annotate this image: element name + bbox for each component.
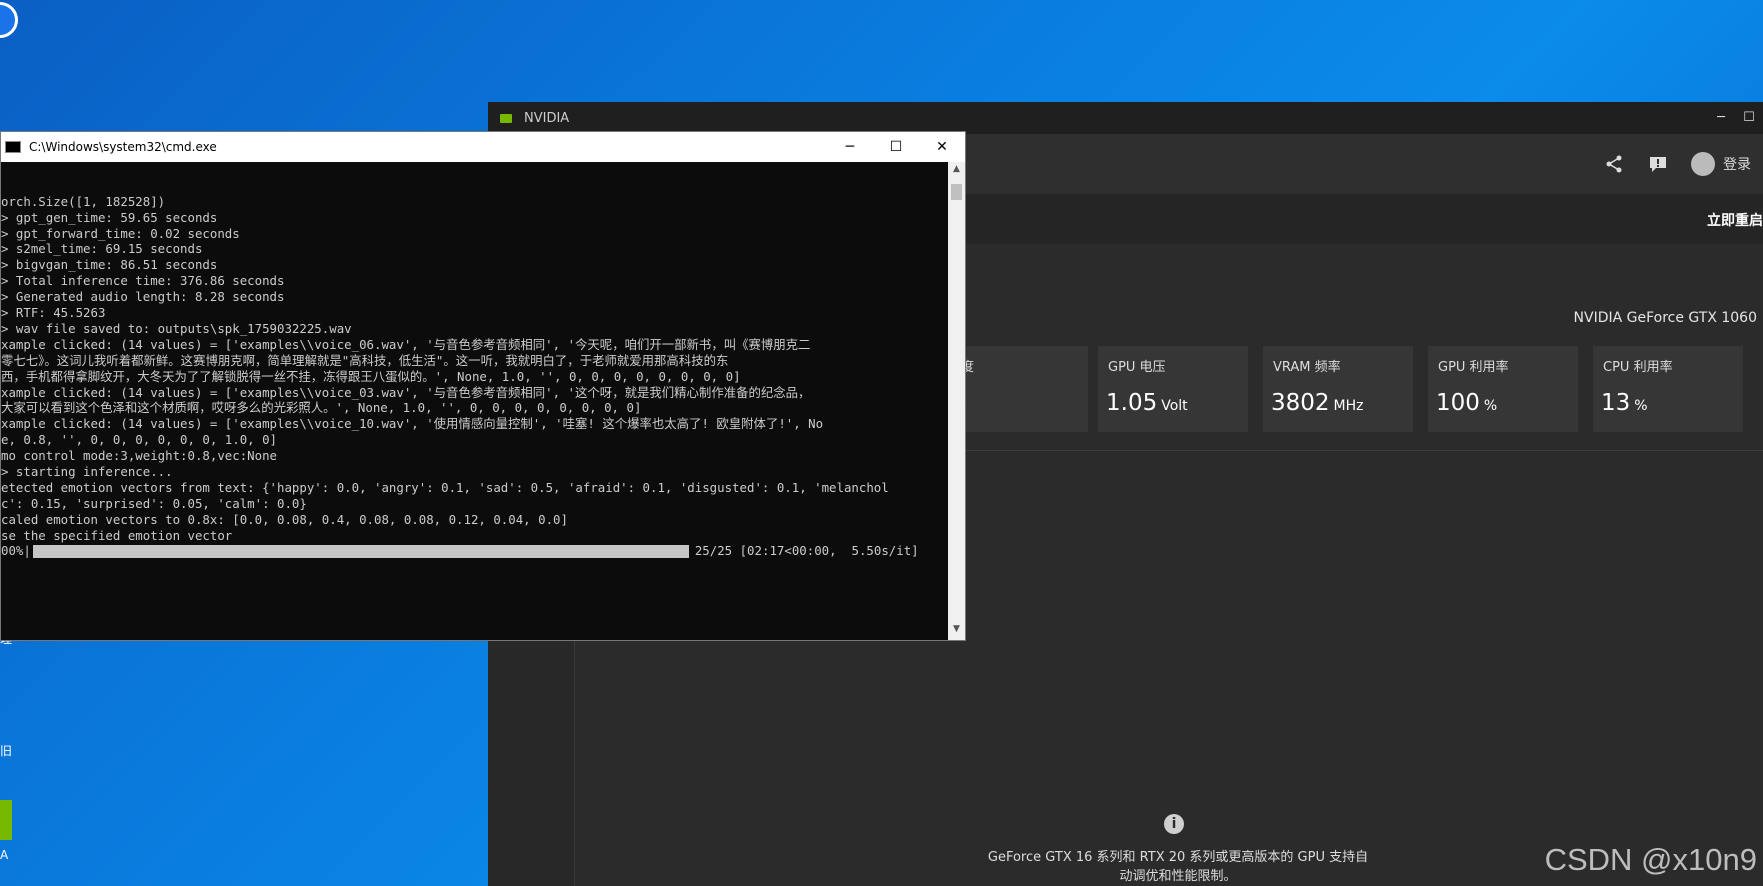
desktop-app-icon[interactable] [0, 2, 18, 38]
progress-line: 00%| 25/25 [02:17<00:00, 5.50s/it] [1, 543, 948, 559]
console-line: > gpt_gen_time: 59.65 seconds [1, 209, 218, 225]
divider [938, 450, 1763, 451]
metric-label: CPU 利用率 [1603, 360, 1673, 375]
cmd-window-title: C:\Windows\system32\cmd.exe [29, 140, 217, 154]
progress-stats: 25/25 [02:17<00:00, 5.50s/it] [694, 543, 919, 559]
nvidia-window-title: NVIDIA [524, 110, 570, 126]
close-button[interactable]: ✕ [919, 132, 965, 162]
desktop-icon-label[interactable]: A [0, 848, 18, 862]
metric-gpu-voltage: GPU 电压 1.05 Volt [1098, 346, 1248, 432]
console-line: > wav file saved to: outputs\spk_1759032… [1, 320, 352, 336]
metric-value: 100% [1436, 390, 1498, 416]
maximize-button[interactable]: ☐ [1735, 102, 1763, 134]
console-line: mo control mode:3,weight:0.8,vec:None [1, 448, 278, 464]
console-line: > s2mel_time: 69.15 seconds [1, 241, 203, 257]
avatar-icon [1691, 152, 1715, 176]
metric-gpu-usage: GPU 利用率 100% [1428, 346, 1578, 432]
console-line: > RTF: 45.5263 [1, 305, 106, 321]
minimize-button[interactable]: ─ [827, 132, 873, 162]
desktop-icon-label[interactable]: 旧 [0, 742, 18, 759]
console-line: > bigvgan_time: 86.51 seconds [1, 257, 218, 273]
console-line: orch.Size([1, 182528]) [1, 193, 166, 209]
console-line: c': 0.15, 'surprised': 0.05, 'calm': 0.0… [1, 495, 307, 511]
minimize-button[interactable]: ─ [1707, 102, 1735, 134]
nvidia-desktop-icon[interactable] [0, 800, 12, 840]
console-line: xample clicked: (14 values) = ['examples… [1, 384, 811, 400]
scroll-down-icon[interactable]: ▼ [948, 624, 965, 638]
restart-now-button[interactable]: 立即重启 [1707, 210, 1763, 230]
console-line: > starting inference... [1, 463, 173, 479]
info-message: GeForce GTX 16 系列和 RTX 20 系列或更高版本的 GPU 支… [987, 850, 1369, 884]
console-line: e, 0.8, '', 0, 0, 0, 0, 0, 0, 1.0, 0] [1, 432, 278, 448]
info-icon: i [1164, 814, 1184, 834]
console-line: xample clicked: (14 values) = ['examples… [1, 416, 824, 432]
progress-percent: 00%| [1, 543, 31, 559]
share-icon[interactable] [1603, 153, 1625, 175]
console-output[interactable]: orch.Size([1, 182528]) > gpt_gen_time: 59… [1, 162, 948, 640]
metric-value: 3802 MHz [1271, 390, 1364, 416]
console-line: caled emotion vectors to 0.8x: [0.0, 0.0… [1, 511, 568, 527]
scroll-thumb[interactable] [951, 184, 962, 200]
console-line: etected emotion vectors from text: {'hap… [1, 479, 889, 495]
console-line: xample clicked: (14 values) = ['examples… [1, 336, 811, 352]
feedback-icon[interactable] [1647, 153, 1669, 175]
nvidia-titlebar: NVIDIA ─ ☐ [488, 102, 1763, 134]
console-line: > Generated audio length: 8.28 seconds [1, 289, 285, 305]
watermark: CSDN @x10n9 [1544, 842, 1757, 877]
metric-value: 13% [1601, 390, 1648, 416]
console-line: 西，手机都得拿脚纹开，大冬天为了了解锁脱得一丝不挂，冻得跟王八蛋似的。', No… [1, 368, 741, 384]
nvidia-logo-icon [500, 113, 512, 123]
metric-cpu-usage: CPU 利用率 13% [1593, 346, 1743, 432]
console-line: 大家可以看到这个色泽和这个材质啊，哎呀多么的光彩照人。', None, 1.0,… [1, 400, 642, 416]
login-label: 登录 [1723, 157, 1751, 173]
progress-bar [32, 544, 689, 558]
scroll-up-icon[interactable]: ▲ [948, 164, 965, 178]
maximize-button[interactable]: ☐ [873, 132, 919, 162]
cmd-app-icon [5, 141, 21, 153]
console-line: > Total inference time: 376.86 seconds [1, 273, 285, 289]
console-line: 零七七》。这词儿我听着都新鲜。这赛博朋克啊，简单理解就是"高科技，低生活"。这一… [1, 352, 729, 368]
vertical-scrollbar[interactable]: ▲ ▼ [948, 162, 965, 640]
metric-label: GPU 利用率 [1438, 360, 1509, 375]
metric-value: 1.05 Volt [1106, 390, 1188, 416]
metric-label: VRAM 频率 [1273, 360, 1341, 375]
console-line: > gpt_forward_time: 0.02 seconds [1, 225, 240, 241]
console-line: se the specified emotion vector [1, 527, 233, 543]
metric-vram-clock: VRAM 频率 3802 MHz [1263, 346, 1413, 432]
gpu-name: NVIDIA GeForce GTX 1060 [1573, 310, 1757, 326]
metric-label: GPU 电压 [1108, 360, 1166, 375]
cmd-titlebar: C:\Windows\system32\cmd.exe ─ ☐ ✕ [1, 132, 965, 162]
login-button[interactable]: 登录 [1691, 152, 1751, 176]
cmd-window: C:\Windows\system32\cmd.exe ─ ☐ ✕ orch.S… [0, 131, 966, 641]
